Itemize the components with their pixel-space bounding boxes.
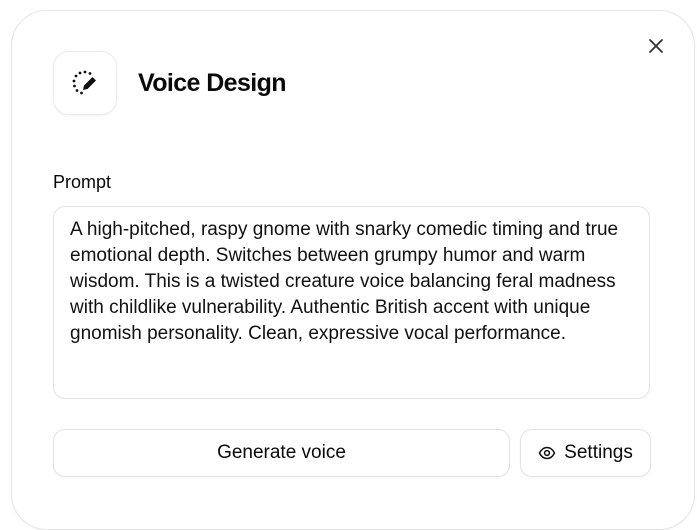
generate-voice-button[interactable]: Generate voice xyxy=(53,429,510,477)
settings-label: Settings xyxy=(564,442,633,463)
eye-icon xyxy=(538,444,556,462)
close-button[interactable] xyxy=(643,33,669,59)
prompt-label: Prompt xyxy=(53,172,112,192)
prompt-text: A high-pitched, raspy gnome with snarky … xyxy=(70,219,619,344)
voice-design-icon xyxy=(72,70,96,95)
generate-voice-label: Generate voice xyxy=(217,442,346,463)
settings-button[interactable]: Settings xyxy=(520,429,651,477)
dialog-title: Voice Design xyxy=(138,69,287,97)
voice-design-logo xyxy=(53,51,117,115)
close-icon xyxy=(649,39,663,53)
prompt-textarea[interactable]: A high-pitched, raspy gnome with snarky … xyxy=(53,206,650,399)
